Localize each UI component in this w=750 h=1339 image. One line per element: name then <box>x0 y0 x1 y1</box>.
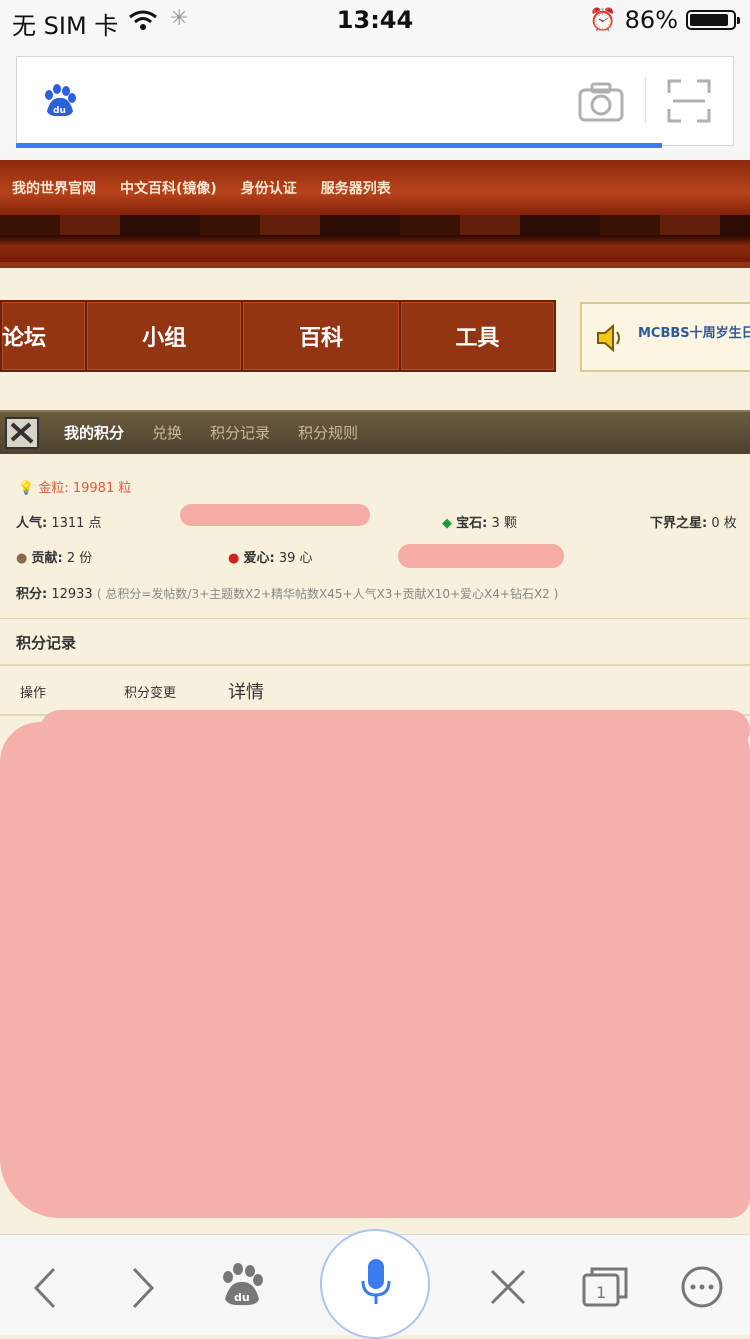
nav-item-tools[interactable]: 工具 <box>401 302 554 370</box>
tab-exchange[interactable]: 兑换 <box>152 422 182 443</box>
nav-item-group[interactable]: 小组 <box>87 302 244 370</box>
column-header-change: 积分变更 <box>124 686 177 701</box>
baidu-home-icon[interactable]: du <box>218 1263 266 1307</box>
battery-icon <box>686 10 740 30</box>
cookie-icon: ● <box>16 551 28 566</box>
site-header: 我的世界官网 中文百科(镜像) 身份认证 服务器列表 <box>0 160 750 268</box>
apple-icon: ● <box>228 551 240 566</box>
voice-search-button[interactable] <box>320 1229 430 1339</box>
forward-icon[interactable] <box>128 1267 158 1309</box>
popularity-stat: 人气: 1311 点 <box>16 516 102 531</box>
svg-text:du: du <box>234 1291 250 1304</box>
divider <box>645 77 646 123</box>
search-input[interactable]: du <box>16 56 734 146</box>
nether-star-stat: 下界之星: 0 枚 <box>650 516 737 531</box>
back-icon[interactable] <box>30 1267 60 1309</box>
baidu-paw-icon: du <box>45 84 76 117</box>
notice-box[interactable]: MCBBS十周岁生日 <box>580 302 750 372</box>
svg-text:du: du <box>53 106 66 116</box>
battery-percent: 86% <box>624 6 678 34</box>
page-load-progress <box>16 143 662 148</box>
tabs-icon[interactable]: 1 <box>582 1265 630 1307</box>
notice-text: MCBBS十周岁生日 <box>638 326 750 341</box>
scan-icon[interactable] <box>667 79 711 123</box>
column-header-detail: 详情 <box>228 682 264 703</box>
contribution-stat: ● 贡献: 2 份 <box>16 551 93 566</box>
tab-points-log[interactable]: 积分记录 <box>210 422 270 443</box>
divider <box>0 664 750 666</box>
header-link[interactable]: 身份认证 <box>241 178 297 198</box>
column-header-action: 操作 <box>20 686 47 701</box>
pickaxe-badge-icon <box>5 417 39 449</box>
camera-icon[interactable] <box>577 81 625 123</box>
browser-address-area: du <box>0 40 750 160</box>
header-banner-strip <box>0 215 750 235</box>
header-link[interactable]: 我的世界官网 <box>12 178 96 198</box>
header-links: 我的世界官网 中文百科(镜像) 身份认证 服务器列表 <box>12 178 391 198</box>
nav-item-wiki[interactable]: 百科 <box>243 302 401 370</box>
tab-my-points[interactable]: 我的积分 <box>64 422 124 443</box>
header-link[interactable]: 中文百科(镜像) <box>120 178 217 198</box>
header-link[interactable]: 服务器列表 <box>321 178 391 198</box>
alarm-icon: ⏰ <box>589 7 617 33</box>
svg-text:1: 1 <box>596 1283 606 1302</box>
speaker-icon <box>597 323 620 353</box>
browser-toolbar: du 1 <box>0 1229 750 1339</box>
redaction-block <box>0 722 750 1218</box>
redaction-mark <box>398 544 564 568</box>
lightbulb-icon: 💡 <box>18 481 35 496</box>
close-icon[interactable] <box>490 1269 526 1305</box>
section-title: 积分记录 <box>16 634 77 652</box>
header-border <box>0 262 750 268</box>
love-stat: ● 爱心: 39 心 <box>228 551 313 566</box>
redaction-mark <box>180 504 370 526</box>
nav-item-forum[interactable]: 论坛 <box>2 302 88 370</box>
points-tab-bar: 我的积分 兑换 积分记录 积分规则 <box>0 410 750 454</box>
gem-stat: ◆ 宝石: 3 颗 <box>442 516 517 531</box>
microphone-icon <box>361 1259 391 1304</box>
gold-stat: 💡 金粒: 19981 粒 <box>18 481 132 496</box>
gem-icon: ◆ <box>442 516 452 531</box>
score-line: 积分: 12933 ( 总积分=发帖数/3+主题数X2+精华帖数X45+人气X3… <box>16 587 559 602</box>
divider <box>0 618 750 619</box>
tab-points-rules[interactable]: 积分规则 <box>298 422 358 443</box>
more-menu-icon[interactable] <box>680 1265 724 1309</box>
main-nav: 论坛 小组 百科 工具 <box>0 300 556 372</box>
score-formula: ( 总积分=发帖数/3+主题数X2+精华帖数X45+人气X3+贡献X10+爱心X… <box>96 587 559 601</box>
status-bar: 无 SIM 卡 ✳ 13:44 ⏰ 86% <box>0 0 750 40</box>
